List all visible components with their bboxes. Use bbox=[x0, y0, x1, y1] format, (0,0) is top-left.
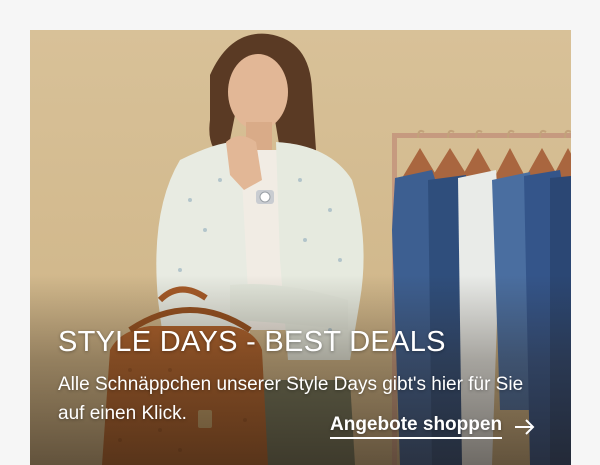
shop-deals-link[interactable]: Angebote shoppen bbox=[330, 414, 536, 439]
promo-teaser[interactable]: STYLE DAYS - BEST DEALS Alle Schnäppchen… bbox=[30, 30, 571, 465]
arrow-right-icon bbox=[515, 418, 535, 435]
cta-label: Angebote shoppen bbox=[330, 414, 503, 439]
teaser-headline: STYLE DAYS - BEST DEALS bbox=[58, 326, 446, 358]
